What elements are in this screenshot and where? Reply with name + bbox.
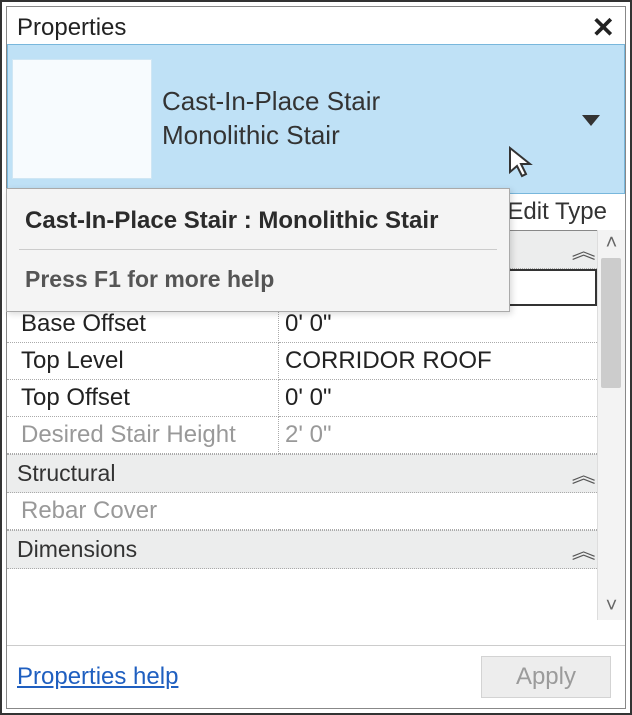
prop-name-top-offset: Top Offset <box>7 380 279 417</box>
type-selector-text: Cast-In-Place Stair Monolithic Stair <box>162 85 380 153</box>
close-icon[interactable]: ✕ <box>592 11 615 44</box>
scroll-thumb[interactable] <box>601 258 621 388</box>
tooltip-help: Press F1 for more help <box>7 250 509 311</box>
group-label-structural: Structural <box>17 460 115 487</box>
prop-value-top-offset[interactable]: 0' 0" <box>279 380 597 417</box>
properties-panel: Properties ✕ Cast-In-Place Stair Monolit… <box>6 6 626 709</box>
table-row: Rebar Cover <box>7 493 597 530</box>
prop-name-rebar-cover: Rebar Cover <box>7 493 279 530</box>
group-header-structural[interactable]: Structural ︽ <box>7 454 597 493</box>
titlebar: Properties ✕ <box>7 7 625 44</box>
prop-value-desired-stair-height: 2' 0" <box>279 417 597 454</box>
scroll-up-icon[interactable]: ˄ <box>598 232 625 255</box>
type-thumbnail <box>12 59 152 179</box>
group-label-dimensions: Dimensions <box>17 536 137 563</box>
prop-name-top-level: Top Level <box>7 343 279 380</box>
prop-value-rebar-cover[interactable] <box>279 493 597 530</box>
collapse-icon[interactable]: ︽ <box>572 235 589 264</box>
type-name: Monolithic Stair <box>162 119 380 153</box>
scroll-down-icon[interactable]: ˅ <box>598 595 625 618</box>
type-family: Cast-In-Place Stair <box>162 85 380 119</box>
panel-title: Properties <box>17 14 126 42</box>
properties-help-link[interactable]: Properties help <box>17 663 178 691</box>
prop-name-desired-stair-height: Desired Stair Height <box>7 417 279 454</box>
table-row: Top Level CORRIDOR ROOF <box>7 343 597 380</box>
tooltip-title: Cast-In-Place Stair : Monolithic Stair <box>7 189 509 249</box>
footer: Properties help Apply <box>7 645 625 708</box>
table-row: Top Offset 0' 0" <box>7 380 597 417</box>
chevron-down-icon[interactable] <box>582 115 600 126</box>
table-row: Desired Stair Height 2' 0" <box>7 417 597 454</box>
apply-button[interactable]: Apply <box>481 656 611 698</box>
prop-value-top-level[interactable]: CORRIDOR ROOF <box>279 343 597 380</box>
type-selector[interactable]: Cast-In-Place Stair Monolithic Stair <box>7 44 625 194</box>
group-header-dimensions[interactable]: Dimensions ︽ <box>7 530 597 569</box>
tooltip: Cast-In-Place Stair : Monolithic Stair P… <box>6 188 510 312</box>
collapse-icon[interactable]: ︽ <box>572 535 589 564</box>
scrollbar[interactable]: ˄ ˅ <box>597 230 625 620</box>
edit-type-button[interactable]: Edit Type <box>507 198 607 226</box>
collapse-icon[interactable]: ︽ <box>572 459 589 488</box>
